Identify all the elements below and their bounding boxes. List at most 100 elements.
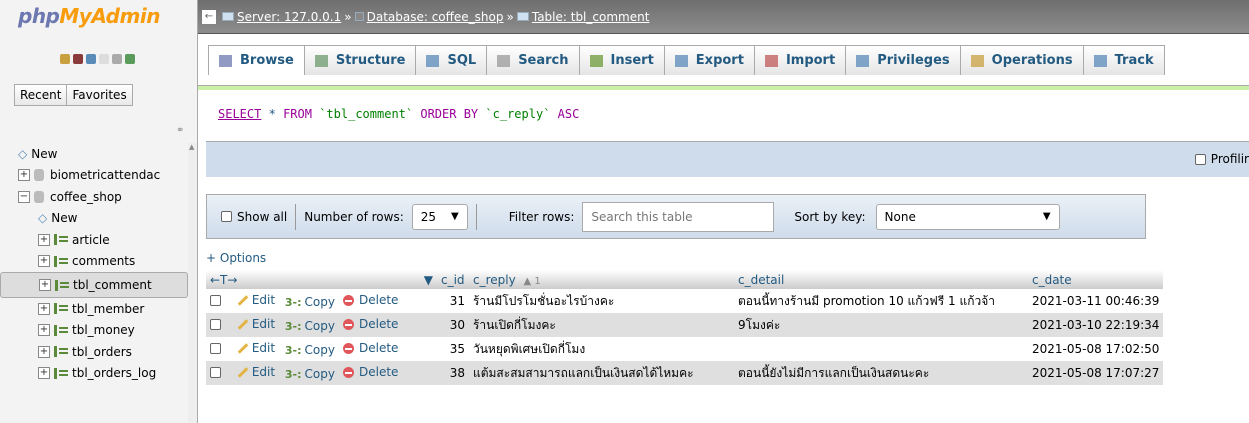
show-all-label: Show all: [237, 209, 288, 224]
tab-privileges[interactable]: Privileges: [845, 45, 961, 75]
delete-button[interactable]: Delete: [342, 365, 398, 379]
breadcrumb-database[interactable]: Database: coffee_shop: [367, 10, 504, 24]
row-checkbox[interactable]: [210, 294, 221, 306]
row-checkbox[interactable]: [210, 342, 221, 354]
tree-item[interactable]: ◇ New: [0, 208, 188, 230]
table-icon: [54, 303, 68, 315]
search-icon: [497, 54, 511, 67]
tab-label: Track: [1114, 53, 1154, 68]
expand-icon[interactable]: +: [38, 324, 50, 337]
docs-icon[interactable]: [99, 54, 109, 64]
sql-column: `c_reply`: [485, 107, 551, 121]
settings-icon[interactable]: [112, 54, 122, 64]
copy-button[interactable]: 3-: Copy: [285, 367, 335, 381]
phpmyadmin-logo[interactable]: phpMyAdmin: [0, 0, 197, 46]
column-c-reply[interactable]: c_reply ▲ 1: [468, 270, 734, 289]
show-all-checkbox[interactable]: [221, 211, 232, 222]
tree-item-label: biometricattendac: [50, 168, 161, 183]
tree-item[interactable]: ◇ New: [0, 143, 188, 165]
reload-icon[interactable]: [125, 54, 135, 64]
expand-icon[interactable]: +: [38, 255, 50, 268]
sql-options-bar: Profilir: [206, 141, 1249, 177]
copy-button[interactable]: 3-: Copy: [285, 295, 335, 309]
breadcrumb: Server: 127.0.0.1 » Database: coffee_sho…: [222, 10, 649, 24]
tab-structure[interactable]: Structure: [303, 45, 417, 75]
delete-cell: Delete: [338, 289, 437, 313]
tab-label: Import: [785, 53, 836, 68]
expand-icon[interactable]: +: [38, 233, 50, 246]
logout-icon[interactable]: [73, 54, 83, 64]
tree-item-label: tbl_member: [72, 301, 145, 316]
table-icon: [54, 255, 68, 267]
help-icon[interactable]: [86, 54, 96, 64]
copy-button[interactable]: 3-: Copy: [285, 319, 335, 333]
column-menu-icon[interactable]: ▼: [338, 270, 437, 289]
tab-export[interactable]: Export: [663, 45, 755, 75]
link-chain-icon[interactable]: ⚭: [176, 125, 184, 136]
breadcrumb-table[interactable]: Table: tbl_comment: [532, 10, 650, 24]
tab-sql[interactable]: SQL: [415, 45, 488, 75]
favorites-tab[interactable]: Favorites: [66, 84, 133, 106]
options-link[interactable]: + Options: [206, 251, 266, 265]
sql-select[interactable]: SELECT: [218, 107, 261, 121]
tab-label: SQL: [447, 53, 477, 68]
sort-by-key-select[interactable]: None ▼: [875, 203, 1060, 230]
profiling-checkbox[interactable]: [1194, 153, 1206, 165]
tree-item[interactable]: + article: [0, 229, 188, 251]
expand-icon[interactable]: +: [38, 302, 50, 315]
tree-item[interactable]: + biometricattendac: [0, 165, 188, 187]
column-arrows[interactable]: ←T→: [206, 270, 339, 289]
tree-item[interactable]: + tbl_orders_log: [0, 363, 188, 385]
edit-button[interactable]: Edit: [236, 293, 275, 307]
edit-button[interactable]: Edit: [236, 341, 275, 355]
nav-tabs: Recent Favorites: [14, 84, 133, 106]
number-of-rows-select[interactable]: 25 ▼: [411, 203, 468, 230]
tree-item[interactable]: + tbl_comment: [0, 272, 188, 298]
tree-item[interactable]: + tbl_orders: [0, 341, 188, 363]
expand-icon[interactable]: +: [18, 169, 30, 182]
tree-item[interactable]: + tbl_money: [0, 320, 188, 342]
database-icon: [34, 169, 44, 182]
delete-button[interactable]: Delete: [342, 293, 398, 307]
tree-item[interactable]: + comments: [0, 251, 188, 273]
expand-icon[interactable]: +: [38, 345, 50, 358]
number-of-rows-value: 25: [420, 209, 437, 224]
tree-item[interactable]: + tbl_member: [0, 298, 188, 320]
column-c-date[interactable]: c_date: [1027, 270, 1164, 289]
column-c-id[interactable]: c_id: [436, 270, 469, 289]
success-strip: [198, 86, 1249, 90]
profiling-option[interactable]: Profilir: [1194, 152, 1249, 166]
edit-button[interactable]: Edit: [236, 317, 275, 331]
copy-button[interactable]: 3-: Copy: [285, 343, 335, 357]
tree-item[interactable]: − coffee_shop: [0, 186, 188, 208]
edit-button[interactable]: Edit: [236, 365, 275, 379]
row-checkbox[interactable]: [210, 318, 221, 330]
tree-item-label: tbl_comment: [73, 278, 152, 292]
row-checkbox[interactable]: [210, 366, 221, 378]
tab-search[interactable]: Search: [486, 45, 580, 75]
show-all-toggle[interactable]: Show all: [221, 210, 287, 224]
collapse-icon[interactable]: −: [18, 190, 30, 203]
table-icon: [54, 346, 68, 358]
breadcrumb-server[interactable]: Server: 127.0.0.1: [237, 10, 341, 24]
tab-track[interactable]: Track: [1082, 45, 1165, 75]
sql-query-box: SELECT * FROM `tbl_comment` ORDER BY `c_…: [206, 96, 1249, 141]
nav-scrollbar[interactable]: [188, 143, 197, 423]
delete-button[interactable]: Delete: [342, 317, 398, 331]
expand-icon[interactable]: +: [38, 367, 50, 380]
tab-import[interactable]: Import: [753, 45, 847, 75]
recent-tab[interactable]: Recent: [14, 84, 68, 106]
home-icon[interactable]: [60, 54, 70, 64]
sort-asc-icon: ▲ 1: [523, 275, 541, 287]
expand-icon[interactable]: +: [39, 279, 51, 291]
breadcrumb-bar: ← Server: 127.0.0.1 » Database: coffee_s…: [198, 0, 1249, 34]
tab-label: Browse: [240, 53, 294, 68]
delete-button[interactable]: Delete: [342, 341, 398, 355]
column-c-detail[interactable]: c_detail: [733, 270, 1028, 289]
tab-insert[interactable]: Insert: [578, 45, 665, 75]
table-row: Edit 3-: Copy Delete 30 ร้านเปิดกี่โมงคะ 9โมง…: [206, 313, 1164, 337]
collapse-icon[interactable]: ←: [202, 9, 216, 24]
filter-rows-input[interactable]: Search this table: [582, 201, 775, 232]
tab-operations[interactable]: Operations: [959, 45, 1084, 75]
tab-browse[interactable]: Browse: [208, 45, 305, 75]
